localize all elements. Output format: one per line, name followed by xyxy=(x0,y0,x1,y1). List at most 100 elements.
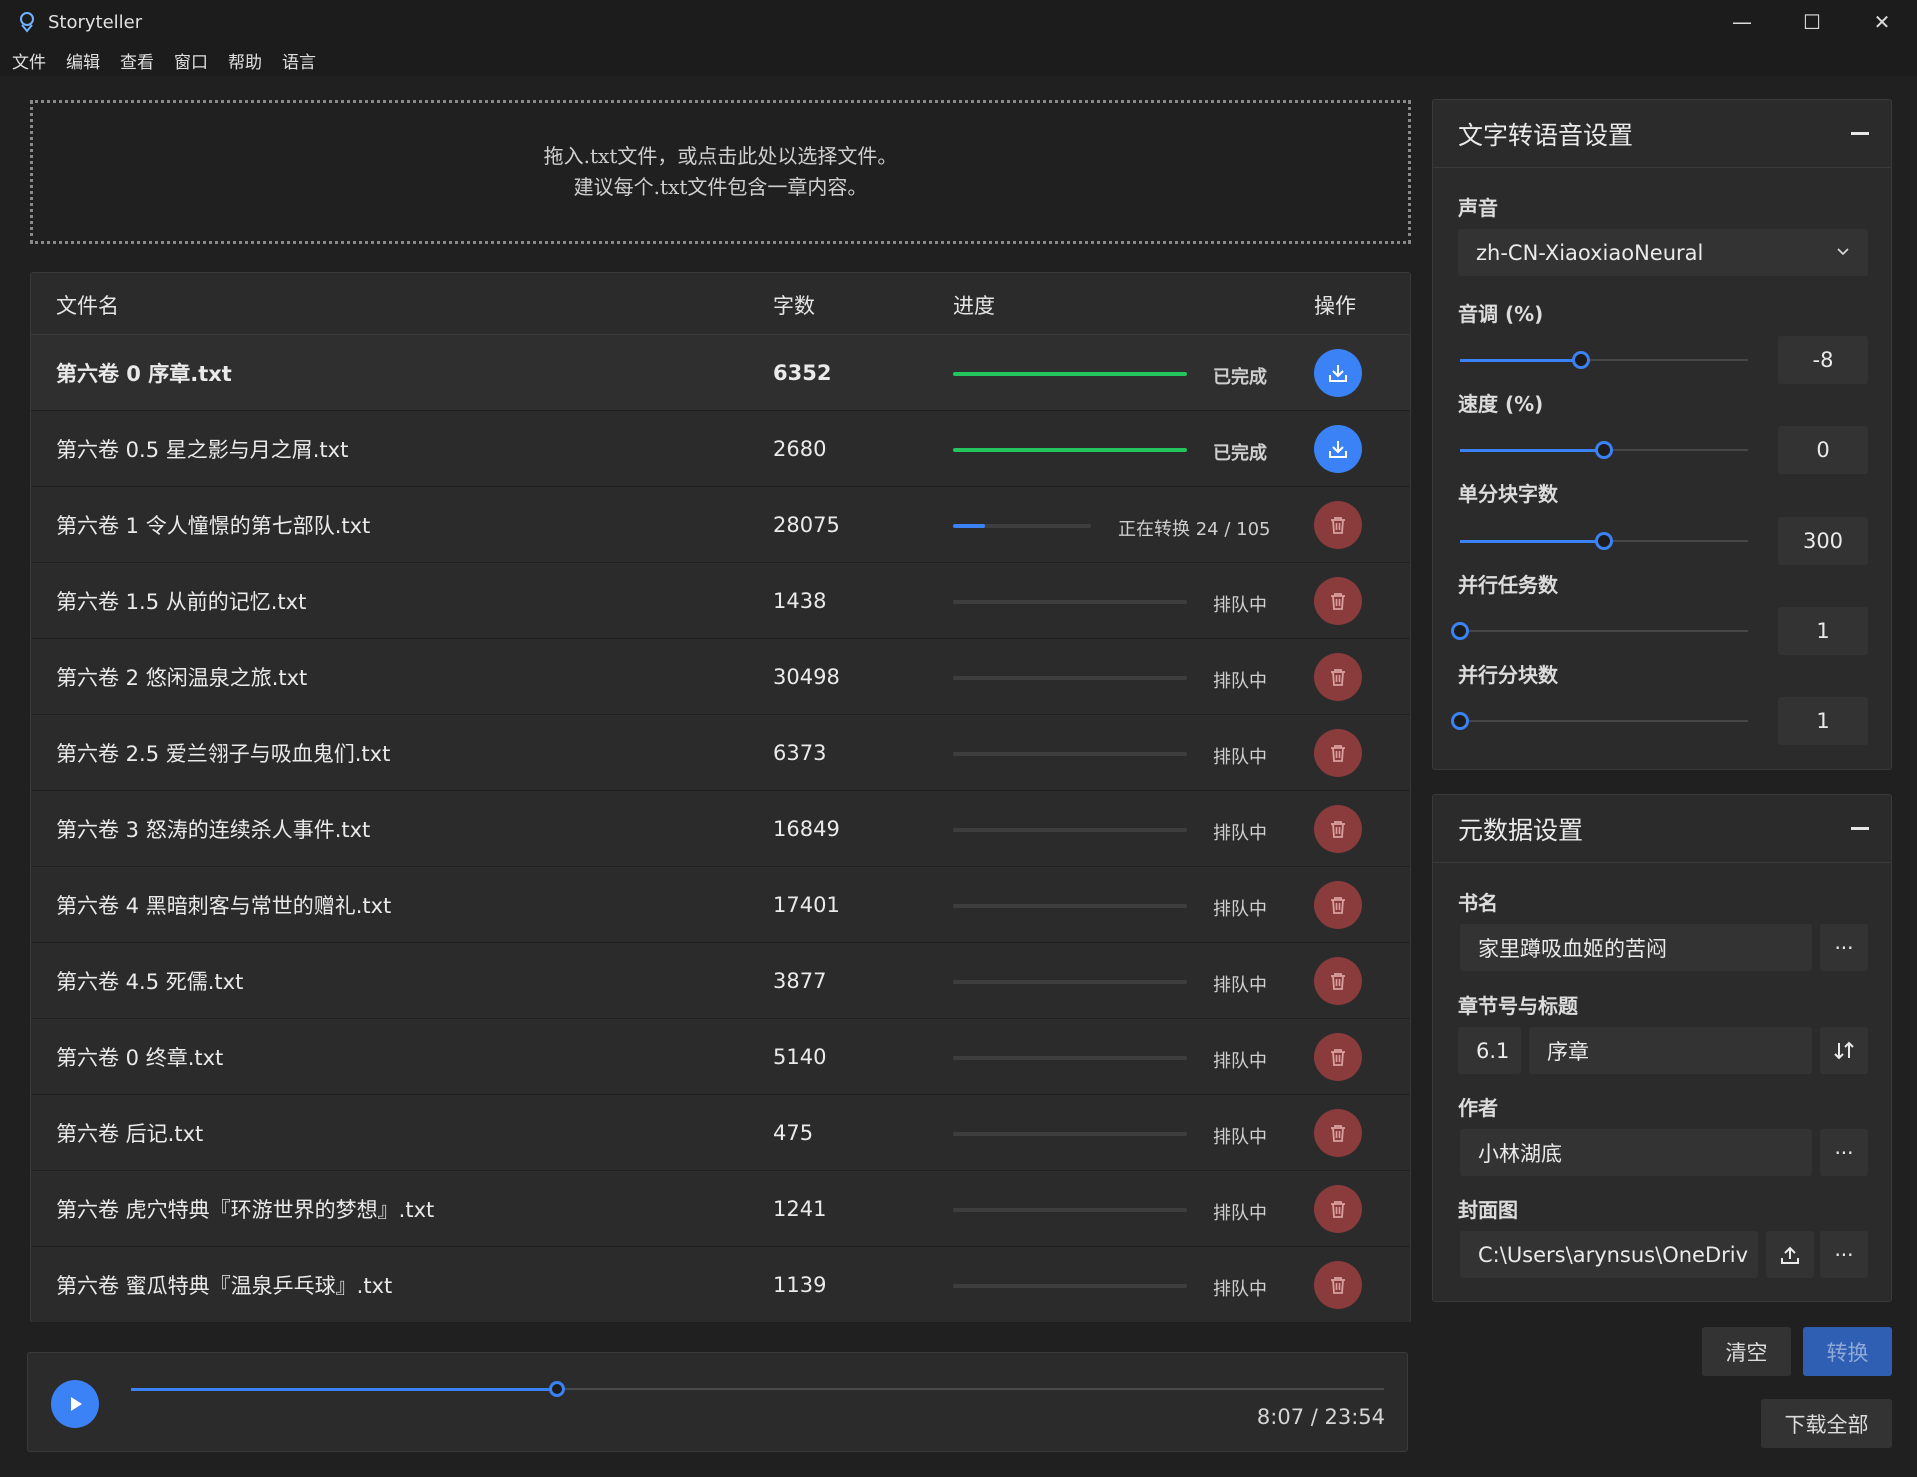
pitch-slider[interactable] xyxy=(1460,351,1748,369)
delete-button[interactable] xyxy=(1314,1033,1362,1081)
delete-button[interactable] xyxy=(1314,957,1362,1005)
table-row[interactable]: 第六卷 2 悠闲温泉之旅.txt 30498 排队中 xyxy=(31,639,1410,715)
file-name: 第六卷 0 序章.txt xyxy=(56,361,232,386)
progress-bar xyxy=(953,1208,1187,1212)
delete-button[interactable] xyxy=(1314,729,1362,777)
convert-button[interactable]: 转换 xyxy=(1803,1327,1892,1376)
cover-label: 封面图 xyxy=(1458,1198,1518,1222)
menu-help[interactable]: 帮助 xyxy=(228,48,262,73)
chunk-size-slider-thumb[interactable] xyxy=(1595,532,1613,550)
delete-button[interactable] xyxy=(1314,1109,1362,1157)
maximize-button[interactable]: ☐ xyxy=(1777,0,1847,44)
menu-window[interactable]: 窗口 xyxy=(174,48,208,73)
delete-button[interactable] xyxy=(1314,501,1362,549)
speed-slider-thumb[interactable] xyxy=(1595,441,1613,459)
file-name: 第六卷 2.5 爱兰翎子与吸血鬼们.txt xyxy=(56,741,391,766)
table-row[interactable]: 第六卷 0.5 星之影与月之屑.txt 2680 已完成 xyxy=(31,411,1410,487)
upload-icon xyxy=(1781,1246,1799,1264)
status-text: 排队中 xyxy=(1213,975,1267,996)
speed-input[interactable]: 0 xyxy=(1778,426,1868,474)
table-row[interactable]: 第六卷 0 序章.txt 6352 已完成 xyxy=(31,335,1410,411)
download-icon xyxy=(1329,365,1347,382)
table-row[interactable]: 第六卷 1.5 从前的记忆.txt 1438 排队中 xyxy=(31,563,1410,639)
word-count: 6352 xyxy=(773,360,832,385)
trash-icon xyxy=(1331,973,1345,990)
download-icon xyxy=(1329,441,1347,458)
status-text: 排队中 xyxy=(1213,1127,1267,1148)
table-row[interactable]: 第六卷 3 怒涛的连续杀人事件.txt 16849 排队中 xyxy=(31,791,1410,867)
download-button[interactable] xyxy=(1314,425,1362,473)
parallel-tasks-label: 并行任务数 xyxy=(1458,573,1558,597)
delete-button[interactable] xyxy=(1314,653,1362,701)
pitch-slider-thumb[interactable] xyxy=(1572,351,1590,369)
table-row[interactable]: 第六卷 后记.txt 475 排队中 xyxy=(31,1095,1410,1171)
table-row[interactable]: 第六卷 虎穴特典『环游世界的梦想』.txt 1241 排队中 xyxy=(31,1171,1410,1247)
delete-button[interactable] xyxy=(1314,1185,1362,1233)
clear-button[interactable]: 清空 xyxy=(1702,1327,1791,1376)
progress-bar xyxy=(953,1132,1187,1136)
word-count: 30498 xyxy=(773,664,840,689)
collapse-tts-icon[interactable] xyxy=(1851,132,1869,135)
author-more-button[interactable]: ··· xyxy=(1820,1129,1868,1176)
delete-button[interactable] xyxy=(1314,577,1362,625)
parallel-chunks-input[interactable]: 1 xyxy=(1778,697,1868,745)
seek-progress xyxy=(131,1388,557,1391)
delete-button[interactable] xyxy=(1314,805,1362,853)
cover-upload-button[interactable] xyxy=(1766,1231,1814,1278)
parallel-tasks-input[interactable]: 1 xyxy=(1778,607,1868,655)
table-row[interactable]: 第六卷 4 黑暗刺客与常世的赠礼.txt 17401 排队中 xyxy=(31,867,1410,943)
status-text: 排队中 xyxy=(1213,1203,1267,1224)
parallel-chunks-slider-thumb[interactable] xyxy=(1451,712,1469,730)
author-input[interactable]: 小林湖底 xyxy=(1460,1129,1812,1176)
status-text: 排队中 xyxy=(1213,595,1267,616)
chapter-number-input[interactable]: 6.1 xyxy=(1458,1027,1521,1074)
play-button[interactable] xyxy=(51,1380,99,1428)
chapter-title-input[interactable]: 序章 xyxy=(1529,1027,1812,1074)
cover-more-button[interactable]: ··· xyxy=(1820,1231,1868,1278)
collapse-metadata-icon[interactable] xyxy=(1851,827,1869,830)
progress-fill xyxy=(953,448,1187,452)
metadata-panel-title: 元数据设置 xyxy=(1458,815,1584,845)
menu-edit[interactable]: 编辑 xyxy=(66,48,100,73)
minimize-button[interactable]: — xyxy=(1707,0,1777,44)
trash-icon xyxy=(1331,593,1345,610)
delete-button[interactable] xyxy=(1314,1261,1362,1309)
app-logo-icon xyxy=(20,12,34,33)
voice-select[interactable]: zh-CN-XiaoxiaoNeural xyxy=(1458,229,1868,276)
book-title-input[interactable]: 家里蹲吸血姬的苦闷 xyxy=(1460,924,1812,971)
chunk-size-slider[interactable] xyxy=(1460,532,1748,550)
tts-panel-header: 文字转语音设置 xyxy=(1433,100,1891,168)
parallel-tasks-slider-thumb[interactable] xyxy=(1451,622,1469,640)
table-row[interactable]: 第六卷 蜜瓜特典『温泉乒乓球』.txt 1139 排队中 xyxy=(31,1247,1410,1323)
download-button[interactable] xyxy=(1314,349,1362,397)
seek-thumb[interactable] xyxy=(549,1381,565,1397)
book-title-more-button[interactable]: ··· xyxy=(1820,924,1868,971)
file-name: 第六卷 1.5 从前的记忆.txt xyxy=(56,589,307,614)
menu-file[interactable]: 文件 xyxy=(12,48,46,73)
menu-language[interactable]: 语言 xyxy=(282,48,316,73)
word-count: 1241 xyxy=(773,1196,827,1221)
word-count: 16849 xyxy=(773,816,840,841)
trash-icon xyxy=(1331,897,1345,914)
cover-path-input[interactable]: C:\Users\arynsus\OneDriv xyxy=(1460,1231,1758,1278)
delete-button[interactable] xyxy=(1314,881,1362,929)
dropzone-subhint: 建议每个.txt文件包含一章内容。 xyxy=(573,175,868,199)
parallel-tasks-slider[interactable] xyxy=(1451,622,1748,640)
word-count: 3877 xyxy=(773,968,827,993)
speed-slider[interactable] xyxy=(1460,441,1748,459)
pitch-input[interactable]: -8 xyxy=(1778,336,1868,384)
close-button[interactable]: ✕ xyxy=(1847,0,1917,44)
seek-bar[interactable] xyxy=(131,1381,1384,1397)
menu-view[interactable]: 查看 xyxy=(120,48,154,73)
chapter-sort-button[interactable] xyxy=(1820,1027,1868,1074)
parallel-chunks-slider[interactable] xyxy=(1451,712,1748,730)
author-label: 作者 xyxy=(1458,1096,1498,1120)
table-row[interactable]: 第六卷 0 终章.txt 5140 排队中 xyxy=(31,1019,1410,1095)
table-row[interactable]: 第六卷 1 令人憧憬的第七部队.txt 28075 正在转换 24 / 105 xyxy=(31,487,1410,563)
table-row[interactable]: 第六卷 2.5 爱兰翎子与吸血鬼们.txt 6373 排队中 xyxy=(31,715,1410,791)
download-all-button[interactable]: 下载全部 xyxy=(1761,1399,1892,1448)
progress-bar xyxy=(953,1284,1187,1288)
file-dropzone[interactable]: 拖入.txt文件，或点击此处以选择文件。 建议每个.txt文件包含一章内容。 xyxy=(30,100,1411,244)
chunk-size-input[interactable]: 300 xyxy=(1778,517,1868,565)
table-row[interactable]: 第六卷 4.5 死儒.txt 3877 排队中 xyxy=(31,943,1410,1019)
